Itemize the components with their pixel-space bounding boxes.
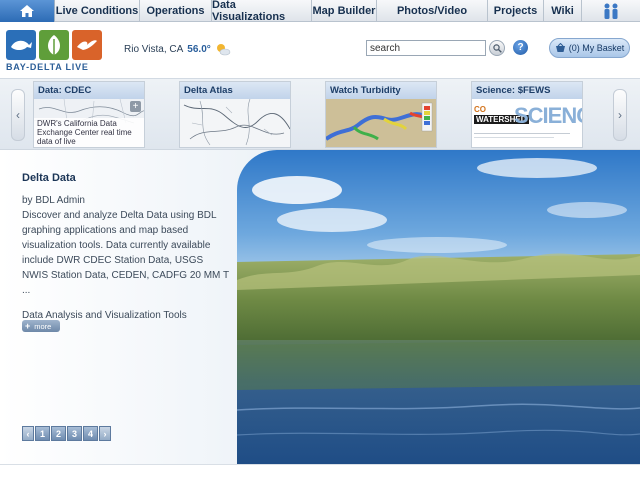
pager-page-3[interactable]: 3 — [67, 426, 82, 441]
feature-author: by BDL Admin — [22, 195, 85, 206]
feature-description: Discover and analyze Delta Data using BD… — [22, 210, 229, 296]
site-header: BAY-DELTA LIVE Rio Vista, CA 56.0° ? (0)… — [0, 22, 640, 78]
weather-widget: Rio Vista, CA 56.0° — [124, 42, 231, 56]
top-navigation: Live Conditions Operations Data Visualiz… — [0, 0, 640, 23]
pager-page-4[interactable]: 4 — [83, 426, 98, 441]
slideshow-pager: ‹ 1 2 3 4 › — [22, 425, 111, 442]
card-title: Delta Atlas — [180, 82, 290, 99]
basket-button[interactable]: (0) My Basket — [549, 38, 630, 58]
logo-text: BAY-DELTA LIVE — [6, 62, 89, 72]
pager-prev-button[interactable]: ‹ — [22, 426, 34, 441]
card-image: + DWR's California Data Exchange Center … — [34, 99, 144, 147]
card-description: DWR's California Data Exchange Center re… — [34, 118, 144, 147]
nav-map-builder[interactable]: Map Builder — [312, 0, 377, 22]
search-icon — [492, 43, 502, 53]
card-image-text-science: SCIENCE — [514, 103, 582, 128]
whale-icon — [6, 30, 36, 60]
home-icon — [20, 5, 34, 17]
temperature: 56.0° — [187, 43, 211, 55]
nav-data-visualizations[interactable]: Data Visualizations — [212, 0, 312, 23]
carousel-card-watch-turbidity[interactable]: Watch Turbidity — [325, 81, 437, 148]
card-title: Data: CDEC — [34, 82, 144, 99]
help-button[interactable]: ? — [513, 40, 528, 55]
more-button[interactable]: + more — [22, 320, 60, 332]
feature-title[interactable]: Delta Data — [22, 172, 232, 184]
pager-next-button[interactable]: › — [99, 426, 111, 441]
pager-page-2[interactable]: 2 — [51, 426, 66, 441]
location-label: Rio Vista, CA — [124, 43, 184, 55]
people-icon — [604, 3, 618, 19]
more-label: more — [34, 321, 52, 331]
carousel-next-button[interactable]: › — [613, 89, 627, 141]
nav-projects[interactable]: Projects — [488, 0, 544, 22]
card-image: CO WATERSHED SCIENCE — [472, 99, 582, 147]
chevron-right-icon: › — [618, 108, 622, 122]
nav-photos-video[interactable]: Photos/Video — [377, 0, 488, 22]
feature-photo — [237, 150, 640, 464]
card-title: Watch Turbidity — [326, 82, 436, 99]
feature-slideshow: Delta Data by BDL Admin Discover and ana… — [0, 150, 640, 464]
carousel-prev-button[interactable]: ‹ — [11, 89, 25, 141]
card-title: Science: $FEWS — [472, 82, 582, 99]
basket-icon — [555, 43, 565, 52]
search-button[interactable] — [489, 40, 505, 56]
carousel-card-delta-atlas[interactable]: Delta Atlas — [179, 81, 291, 148]
leaf-icon — [39, 30, 69, 60]
card-expand-button[interactable]: + — [130, 101, 141, 112]
card-image — [180, 99, 290, 147]
featured-carousel: ‹ Data: CDEC + DWR's California Data Exc… — [0, 78, 640, 150]
site-logo[interactable]: BAY-DELTA LIVE — [6, 30, 102, 74]
partly-cloudy-icon — [216, 44, 231, 56]
nav-operations[interactable]: Operations — [140, 0, 212, 22]
nav-live-conditions[interactable]: Live Conditions — [55, 0, 140, 22]
footer-strip — [0, 464, 640, 480]
basket-label: (0) My Basket — [568, 43, 625, 53]
bird-icon — [72, 30, 102, 60]
carousel-card-science-sfews[interactable]: Science: $FEWS CO WATERSHED SCIENCE — [471, 81, 583, 148]
feature-info: Delta Data by BDL Admin Discover and ana… — [22, 172, 232, 321]
chevron-left-icon: ‹ — [16, 108, 20, 122]
community-button[interactable] — [582, 0, 640, 21]
nav-wiki[interactable]: Wiki — [544, 0, 582, 22]
carousel-card-cdec[interactable]: Data: CDEC + DWR's California Data Excha… — [33, 81, 145, 148]
search-input[interactable] — [366, 40, 486, 56]
home-button[interactable] — [0, 0, 55, 22]
pager-page-1[interactable]: 1 — [35, 426, 50, 441]
card-image — [326, 99, 436, 147]
plus-icon: + — [25, 321, 31, 331]
card-image-text-co: CO — [474, 105, 486, 114]
